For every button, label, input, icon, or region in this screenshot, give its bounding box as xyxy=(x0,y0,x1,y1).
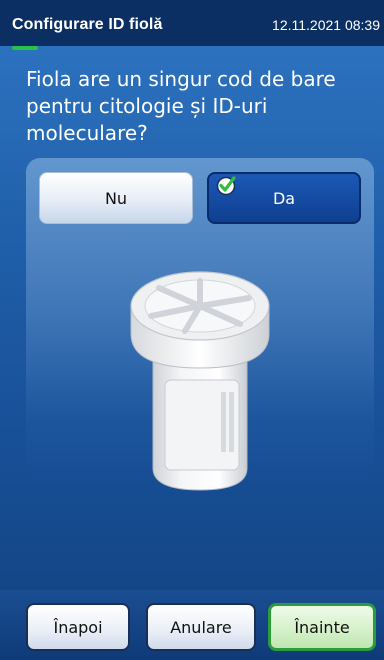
question-text: Fiola are un singur cod de bare pentru c… xyxy=(26,67,336,145)
back-label: Înapoi xyxy=(53,617,103,637)
next-button[interactable]: Înainte xyxy=(268,603,376,651)
progress-indicator xyxy=(12,46,38,50)
screen: Configurare ID fiolă 12.11.2021 08:39 Fi… xyxy=(0,0,384,660)
choice-yes-label: Da xyxy=(272,188,296,208)
title-bar: Configurare ID fiolă 12.11.2021 08:39 xyxy=(0,0,384,46)
date-time: 12.11.2021 08:39 xyxy=(272,17,380,33)
check-icon xyxy=(216,176,236,196)
next-label: Înainte xyxy=(294,617,350,637)
cancel-label: Anulare xyxy=(170,617,232,637)
choice-yes-button[interactable]: Da xyxy=(207,172,361,224)
choice-no-button[interactable]: Nu xyxy=(39,172,193,224)
vial-icon xyxy=(130,271,270,491)
back-button[interactable]: Înapoi xyxy=(26,603,130,651)
choice-no-label: Nu xyxy=(104,188,128,208)
cancel-button[interactable]: Anulare xyxy=(146,603,256,651)
page-title: Configurare ID fiolă xyxy=(12,16,163,33)
